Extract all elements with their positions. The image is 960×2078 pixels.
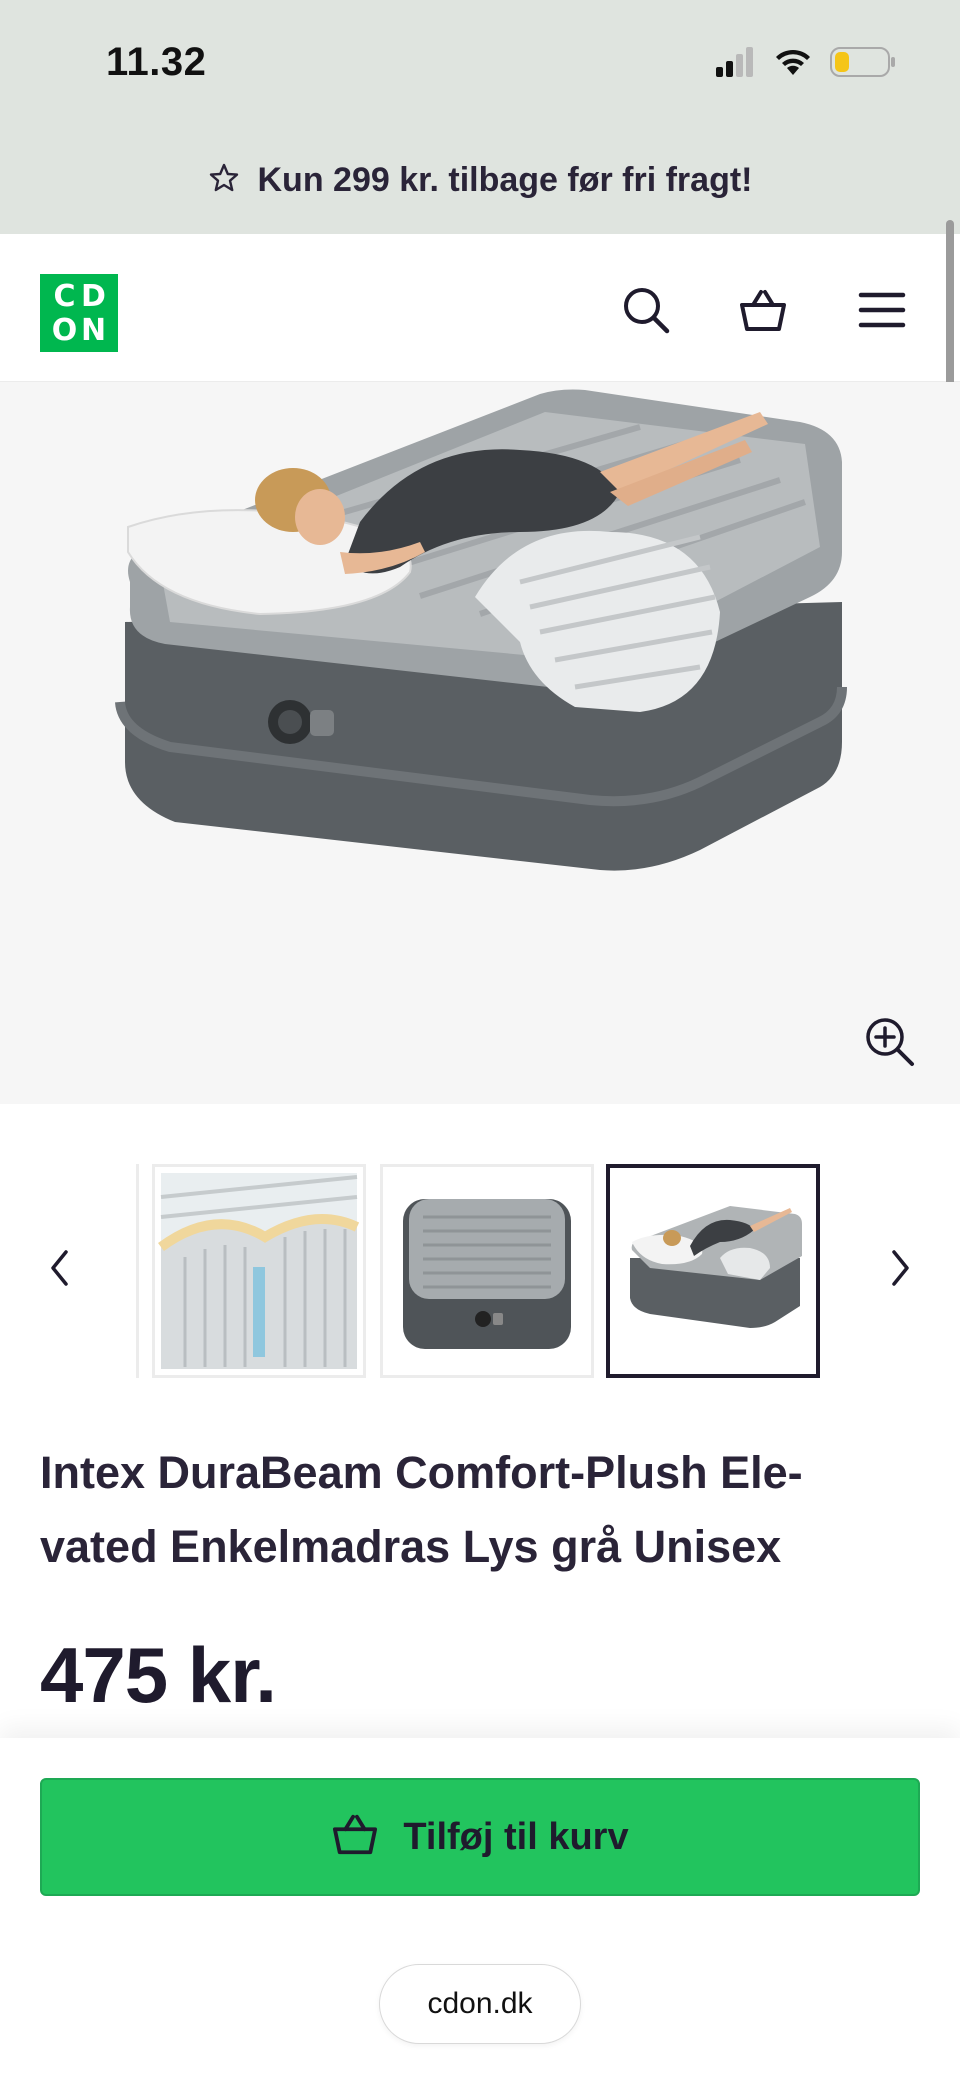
chevron-right-icon (892, 1250, 909, 1286)
logo-letter: N (80, 313, 107, 348)
product-price: 475 kr. (40, 1631, 277, 1719)
search-button[interactable] (620, 284, 672, 336)
chevron-left-icon (51, 1250, 68, 1286)
thumbnail-mattress-with-person[interactable] (606, 1164, 820, 1378)
promo-banner: Kun 299 kr. tilbage før fri fragt! (0, 150, 960, 210)
thumbnail-partial (136, 1164, 142, 1378)
add-to-cart-button[interactable]: Tilføj til kurv (40, 1778, 920, 1896)
carousel-prev-button[interactable] (40, 1238, 80, 1298)
menu-button[interactable] (856, 284, 908, 336)
thumbnail-mattress-cross-section[interactable] (152, 1164, 366, 1378)
add-to-cart-label: Tilføj til kurv (403, 1815, 629, 1858)
status-time: 11.32 (106, 40, 207, 84)
status-icons (716, 44, 896, 84)
cellular-signal-icon (716, 46, 756, 82)
basket-icon (331, 1812, 379, 1863)
thumbnail-mattress-front[interactable] (380, 1164, 594, 1378)
zoom-in-icon (866, 1018, 914, 1066)
zoom-button[interactable] (862, 1014, 918, 1070)
promo-text: Kun 299 kr. tilbage før fri fragt! (257, 160, 753, 199)
product-title-line2: vated Enkelmadras Lys grå Unisex (40, 1521, 782, 1572)
star-outline-icon (208, 162, 240, 199)
product-title-line1: Intex DuraBeam Comfort-Plush Ele- (40, 1447, 803, 1498)
battery-low-icon (830, 46, 896, 83)
cdon-logo[interactable]: C D O N (40, 274, 118, 352)
thumbnail-carousel (0, 1158, 960, 1384)
bottom-action-bar: Tilføj til kurv cdon.dk (0, 1738, 960, 2078)
search-icon (624, 288, 670, 334)
top-area: 11.32 Kun 299 kr. tilbage før fri fragt! (0, 0, 960, 234)
product-main-image[interactable] (0, 382, 960, 1104)
browser-url-pill[interactable]: cdon.dk (379, 1964, 581, 2044)
cart-button[interactable] (737, 284, 789, 336)
product-title: Intex DuraBeam Comfort-Plush Ele- vated … (40, 1436, 920, 1584)
wifi-icon (774, 47, 812, 82)
logo-letter: O (51, 313, 78, 348)
carousel-next-button[interactable] (880, 1238, 920, 1298)
menu-icon (858, 292, 906, 328)
url-text: cdon.dk (427, 1987, 533, 2020)
logo-letter: D (81, 279, 106, 314)
site-header: C D O N (0, 234, 960, 382)
basket-icon (740, 290, 786, 331)
mattress-illustration (115, 389, 847, 871)
logo-letter: C (53, 279, 76, 314)
